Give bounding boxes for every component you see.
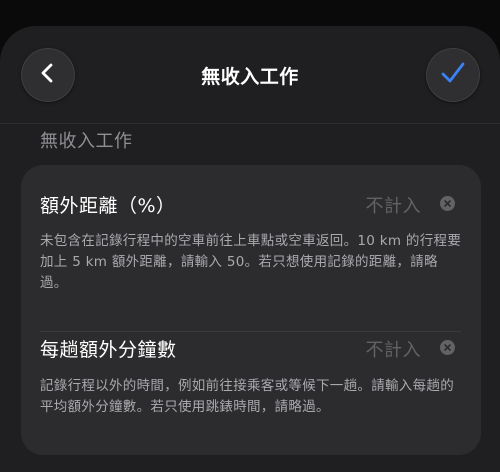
extra-minutes-row: 每趟額外分鐘數 不計入 記錄行程以外的時間，例如前往接乘客或等候下一趟。請輸入每…	[21, 306, 481, 455]
section-title: 無收入工作	[40, 131, 133, 152]
extra-minutes-description: 記錄行程以外的時間，例如前往接乘客或等候下一趟。請輸入每趟的平均額外分鐘數。若只…	[40, 378, 454, 415]
settings-card: 額外距離（%） 不計入 未包含在記錄行程中的空車前往上車點或空車返回。10 km…	[21, 165, 481, 455]
back-button[interactable]	[21, 48, 75, 102]
extra-minutes-label: 每趟額外分鐘數	[40, 339, 177, 361]
extra-minutes-input[interactable]: 不計入	[366, 336, 422, 362]
clear-icon[interactable]	[440, 196, 455, 211]
extra-distance-row: 額外距離（%） 不計入 未包含在記錄行程中的空車前往上車點或空車返回。10 km…	[21, 165, 481, 303]
done-button[interactable]	[426, 48, 480, 102]
extra-distance-label: 額外距離（%）	[40, 195, 176, 217]
page-title: 無收入工作	[201, 66, 299, 88]
clear-icon[interactable]	[440, 340, 455, 355]
chevron-left-icon	[37, 62, 59, 88]
checkmark-icon	[439, 59, 467, 91]
header-divider	[0, 123, 500, 124]
modal-sheet: 無收入工作 無收入工作 額外距離（%） 不計入 未包含在記錄行程中的空車前往上車…	[0, 26, 500, 472]
header: 無收入工作	[0, 26, 500, 126]
extra-distance-input[interactable]: 不計入	[366, 192, 422, 218]
extra-distance-description: 未包含在記錄行程中的空車前往上車點或空車返回。10 km 的行程要加上 5 km…	[40, 233, 462, 291]
